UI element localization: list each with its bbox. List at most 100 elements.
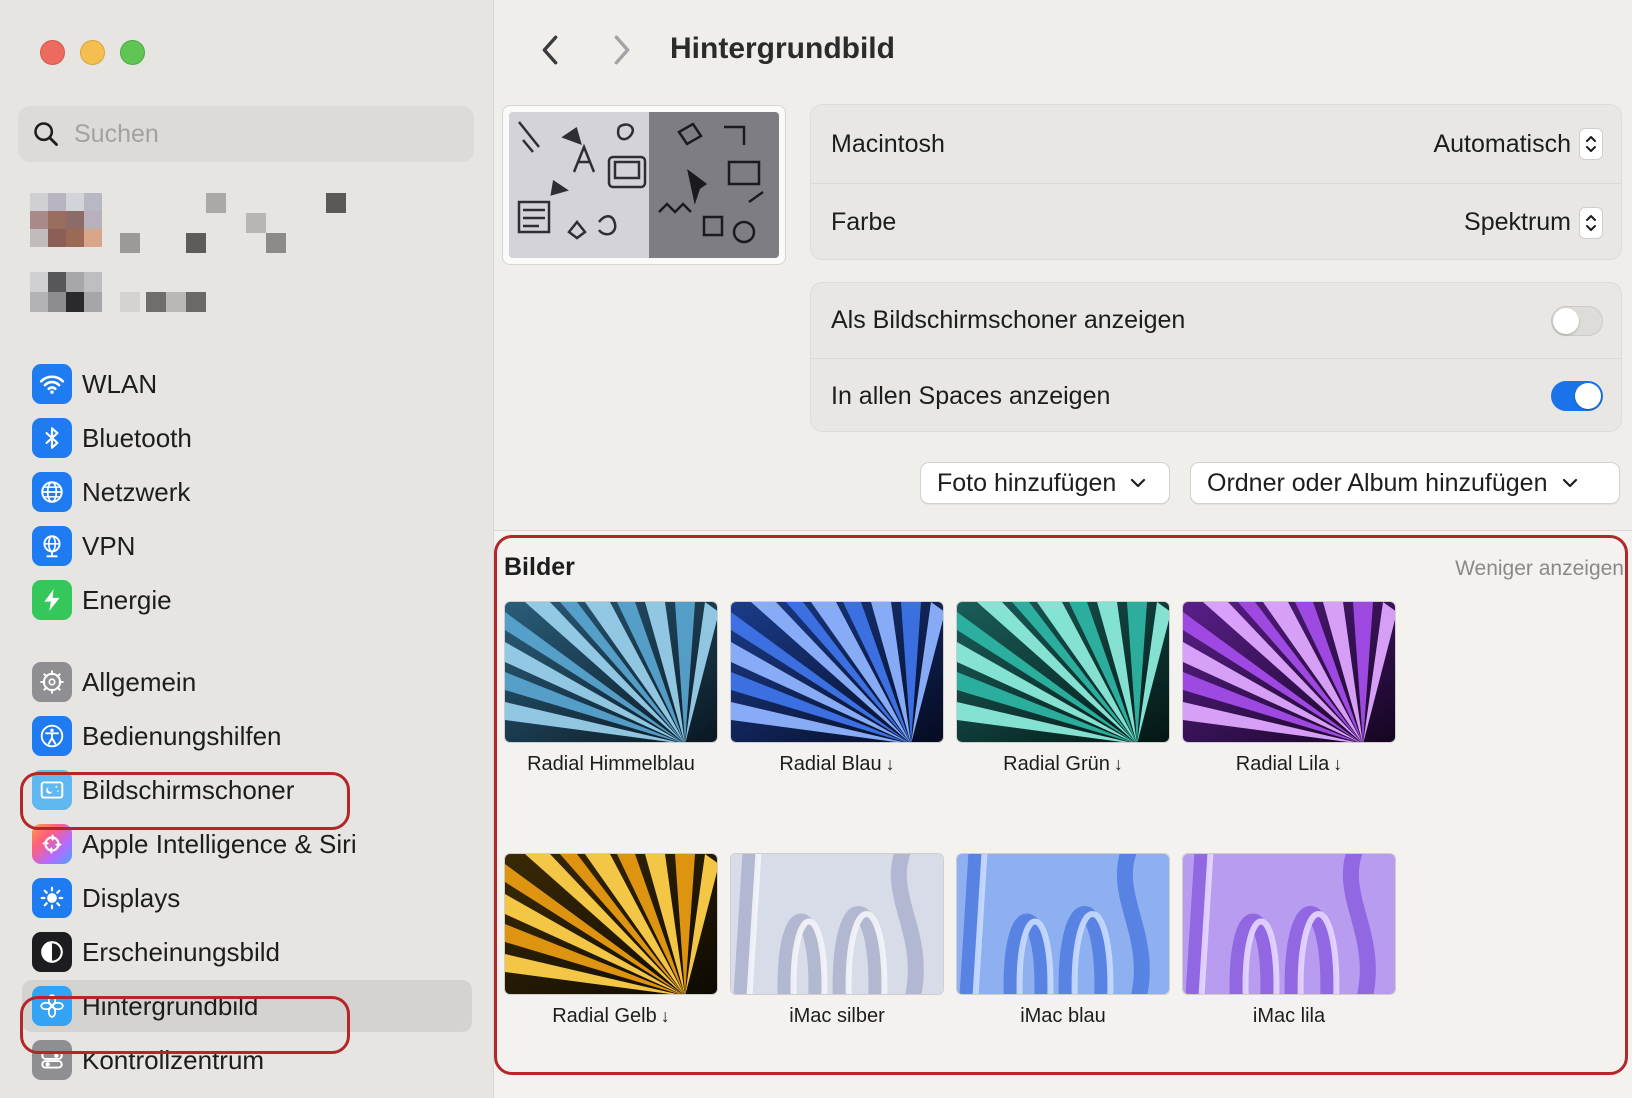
sidebar: WLAN Bluetooth Netzwerk VPN Energie Allg… bbox=[0, 0, 494, 1098]
appearance-icon bbox=[32, 932, 72, 972]
download-icon[interactable]: ↓ bbox=[661, 1006, 670, 1026]
download-icon[interactable]: ↓ bbox=[1114, 754, 1123, 774]
wallpaper-label: Radial Gelb ↓ bbox=[552, 1005, 670, 1027]
sidebar-item-label: WLAN bbox=[82, 368, 158, 399]
wallpaper-thumb-radial-blau[interactable]: Radial Blau ↓ bbox=[730, 601, 944, 776]
screensaver-toggle[interactable] bbox=[1551, 305, 1603, 336]
sidebar-item-bedienungshilfen[interactable]: Bedienungshilfen bbox=[22, 710, 472, 762]
bilder-title: Bilder bbox=[504, 553, 575, 581]
sun-icon bbox=[32, 878, 72, 918]
wallpaper-thumb-radial-himmelblau[interactable]: Radial Himmelblau bbox=[504, 601, 718, 776]
zoom-window-button[interactable] bbox=[120, 40, 145, 65]
search-icon bbox=[34, 122, 58, 146]
wallpaper-thumb-imac-lila[interactable]: iMac lila bbox=[1182, 853, 1396, 1028]
updown-chevron-icon bbox=[1586, 136, 1596, 152]
wallpaper-image bbox=[1182, 601, 1396, 743]
sidebar-item-kontrollzentrum[interactable]: Kontrollzentrum bbox=[22, 1034, 472, 1086]
updown-chevron-icon bbox=[1586, 214, 1596, 231]
siri-icon bbox=[32, 824, 72, 864]
add-photo-button[interactable]: Foto hinzufügen bbox=[920, 462, 1170, 504]
wallpaper-thumb-radial-gelb[interactable]: Radial Gelb ↓ bbox=[504, 853, 718, 1028]
screensaver-icon bbox=[32, 770, 72, 810]
sidebar-item-label: Hintergrundbild bbox=[82, 990, 259, 1021]
farbe-popup-button[interactable] bbox=[1579, 206, 1603, 239]
wallpaper-thumb-imac-silber[interactable]: iMac silber bbox=[730, 853, 944, 1028]
add-folder-label: Ordner oder Album hinzufügen bbox=[1207, 468, 1548, 497]
macintosh-wallpaper-image bbox=[509, 112, 779, 258]
wallpaper-label: iMac blau bbox=[1020, 1005, 1106, 1027]
screensaver-row: Als Bildschirmschoner anzeigen bbox=[811, 283, 1621, 358]
sidebar-item-displays[interactable]: Displays bbox=[22, 872, 472, 924]
download-icon[interactable]: ↓ bbox=[886, 754, 895, 774]
screensaver-label: Als Bildschirmschoner anzeigen bbox=[831, 306, 1186, 334]
main-content: Hintergrundbild Macintosh Automatisch Fa… bbox=[494, 0, 1632, 1098]
wifi-icon bbox=[32, 364, 72, 404]
toggle-knob bbox=[1553, 307, 1579, 334]
chevron-down-icon bbox=[1562, 478, 1577, 488]
wallpaper-label: iMac silber bbox=[789, 1005, 885, 1027]
sidebar-item-wlan[interactable]: WLAN bbox=[22, 358, 472, 410]
farbe-label: Farbe bbox=[831, 208, 897, 236]
wallpaper-thumb-radial-gruen[interactable]: Radial Grün ↓ bbox=[956, 601, 1170, 776]
family-name-blurred bbox=[120, 292, 220, 312]
wallpaper-thumb-imac-blau[interactable]: iMac blau bbox=[956, 853, 1170, 1028]
sidebar-item-hintergrundbild[interactable]: Hintergrundbild bbox=[22, 980, 472, 1032]
add-folder-button[interactable]: Ordner oder Album hinzufügen bbox=[1190, 462, 1620, 504]
wallpaper-label: Radial Himmelblau bbox=[527, 753, 695, 775]
flower-icon bbox=[32, 986, 72, 1026]
add-photo-label: Foto hinzufügen bbox=[937, 468, 1117, 497]
macintosh-popup-button[interactable] bbox=[1579, 128, 1603, 160]
sidebar-item-label: Bluetooth bbox=[82, 422, 192, 453]
chevron-down-icon bbox=[1131, 478, 1146, 488]
back-button[interactable] bbox=[530, 30, 570, 70]
macintosh-row: Macintosh Automatisch bbox=[811, 105, 1621, 183]
chevron-right-icon bbox=[614, 35, 630, 65]
sidebar-item-label: Allgemein bbox=[82, 666, 197, 697]
wallpaper-options-group: Macintosh Automatisch Farbe Spektrum bbox=[810, 104, 1622, 260]
sidebar-item-label: Erscheinungsbild bbox=[82, 936, 281, 967]
bluetooth-icon bbox=[32, 418, 72, 458]
globe-icon bbox=[32, 472, 72, 512]
page-title: Hintergrundbild bbox=[670, 32, 895, 65]
minimize-window-button[interactable] bbox=[80, 40, 105, 65]
close-window-button[interactable] bbox=[40, 40, 65, 65]
spaces-label: In allen Spaces anzeigen bbox=[831, 381, 1111, 410]
wallpaper-image bbox=[956, 853, 1170, 995]
download-icon[interactable]: ↓ bbox=[1333, 754, 1342, 774]
sidebar-item-vpn[interactable]: VPN bbox=[22, 520, 472, 572]
gear-icon bbox=[32, 662, 72, 702]
sidebar-item-label: Displays bbox=[82, 882, 181, 913]
sidebar-item-bildschirmschoner[interactable]: Bildschirmschoner bbox=[22, 764, 472, 816]
wallpaper-image bbox=[504, 853, 718, 995]
sidebar-item-energie[interactable]: Energie bbox=[22, 574, 472, 626]
sidebar-item-bluetooth[interactable]: Bluetooth bbox=[22, 412, 472, 464]
control-center-icon bbox=[32, 1040, 72, 1080]
sidebar-item-netzwerk[interactable]: Netzwerk bbox=[22, 466, 472, 518]
sidebar-item-apple-intelligence-siri[interactable]: Apple Intelligence & Siri bbox=[22, 818, 472, 870]
sidebar-item-label: Bedienungshilfen bbox=[82, 720, 282, 751]
sidebar-item-erscheinungsbild[interactable]: Erscheinungsbild bbox=[22, 926, 472, 978]
farbe-value[interactable]: Spektrum bbox=[1464, 208, 1571, 237]
sidebar-item-label: Energie bbox=[82, 584, 172, 615]
toggle-knob bbox=[1575, 383, 1601, 409]
wallpaper-image bbox=[730, 601, 944, 743]
wallpaper-image bbox=[730, 853, 944, 995]
lightning-icon bbox=[32, 580, 72, 620]
wallpaper-label: Radial Grün ↓ bbox=[1003, 753, 1123, 775]
show-less-link[interactable]: Weniger anzeigen bbox=[1455, 557, 1624, 581]
forward-button[interactable] bbox=[602, 30, 642, 70]
sidebar-item-label: Bildschirmschoner bbox=[82, 774, 295, 805]
account-name-blurred bbox=[120, 193, 350, 253]
spaces-toggle[interactable] bbox=[1551, 381, 1603, 411]
sidebar-item-allgemein[interactable]: Allgemein bbox=[22, 656, 472, 708]
sidebar-item-label: VPN bbox=[82, 530, 136, 561]
search-input[interactable] bbox=[74, 119, 454, 149]
macintosh-value[interactable]: Automatisch bbox=[1433, 130, 1571, 159]
bilder-section: Bilder Weniger anzeigen Radial Himmelbla… bbox=[494, 531, 1632, 1098]
chevron-left-icon bbox=[542, 35, 558, 65]
search-field[interactable] bbox=[18, 106, 474, 162]
sidebar-item-label: Netzwerk bbox=[82, 476, 191, 507]
sidebar-item-label: Kontrollzentrum bbox=[82, 1044, 265, 1075]
wallpaper-thumb-radial-lila[interactable]: Radial Lila ↓ bbox=[1182, 601, 1396, 776]
account-avatar-blurred[interactable] bbox=[30, 193, 104, 253]
